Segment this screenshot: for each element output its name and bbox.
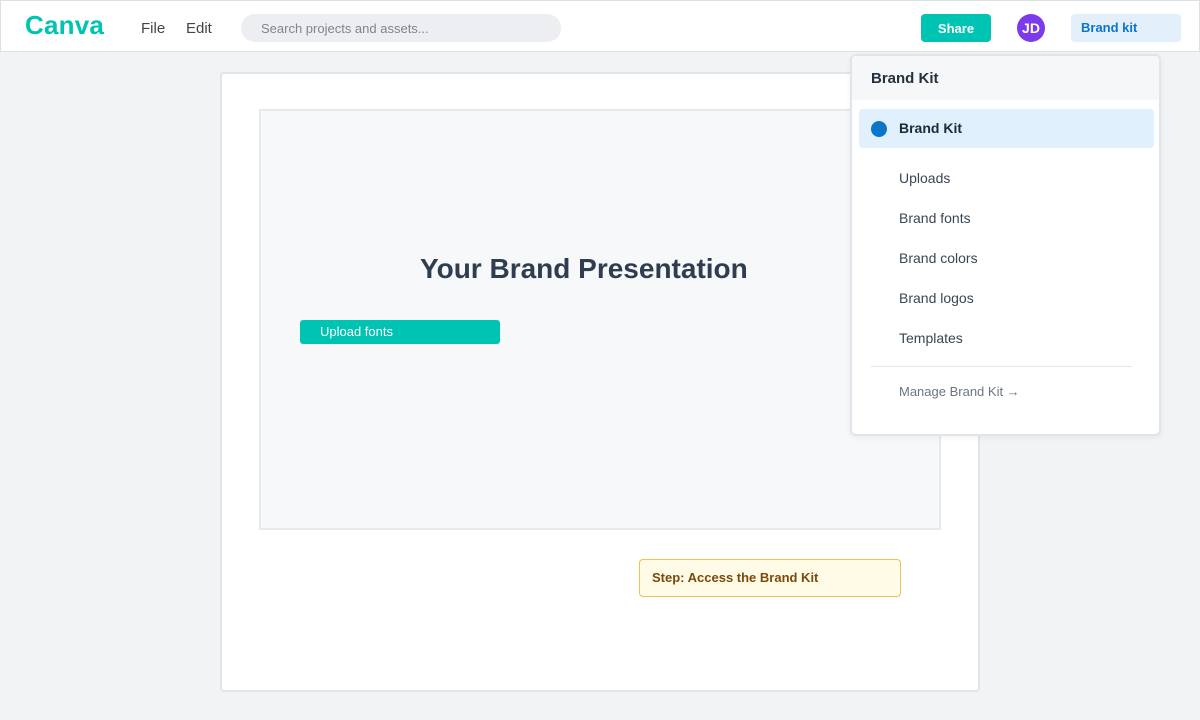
selected-dot-icon: [871, 121, 887, 137]
menu-edit[interactable]: Edit: [186, 20, 212, 37]
canva-logo[interactable]: Canva: [25, 10, 104, 41]
dropdown-item-label: Brand Kit: [899, 120, 962, 136]
slide-title[interactable]: Your Brand Presentation: [420, 253, 748, 285]
share-button[interactable]: Share: [921, 14, 991, 42]
dropdown-item-brand-logos[interactable]: Brand logos: [899, 290, 974, 306]
top-bar: Canva File Edit Share JD Brand kit: [0, 0, 1200, 52]
dropdown-item-templates[interactable]: Templates: [899, 330, 963, 346]
search-input[interactable]: [241, 14, 561, 42]
dropdown-item-brand-kit[interactable]: Brand Kit: [859, 109, 1154, 148]
upload-fonts-button[interactable]: Upload fonts: [300, 320, 500, 344]
manage-brand-kit-link[interactable]: Manage Brand Kit →: [899, 384, 1020, 399]
dropdown-title: Brand Kit: [852, 56, 1159, 100]
dropdown-item-uploads[interactable]: Uploads: [899, 170, 950, 186]
dropdown-item-brand-colors[interactable]: Brand colors: [899, 250, 978, 266]
brand-kit-button[interactable]: Brand kit: [1071, 14, 1181, 42]
menu-file[interactable]: File: [141, 20, 165, 37]
brand-kit-dropdown: Brand Kit Brand Kit Uploads Brand fonts …: [850, 54, 1161, 436]
dropdown-item-brand-fonts[interactable]: Brand fonts: [899, 210, 971, 226]
divider: [871, 366, 1132, 367]
step-note: Step: Access the Brand Kit: [639, 559, 901, 597]
avatar[interactable]: JD: [1017, 14, 1045, 42]
